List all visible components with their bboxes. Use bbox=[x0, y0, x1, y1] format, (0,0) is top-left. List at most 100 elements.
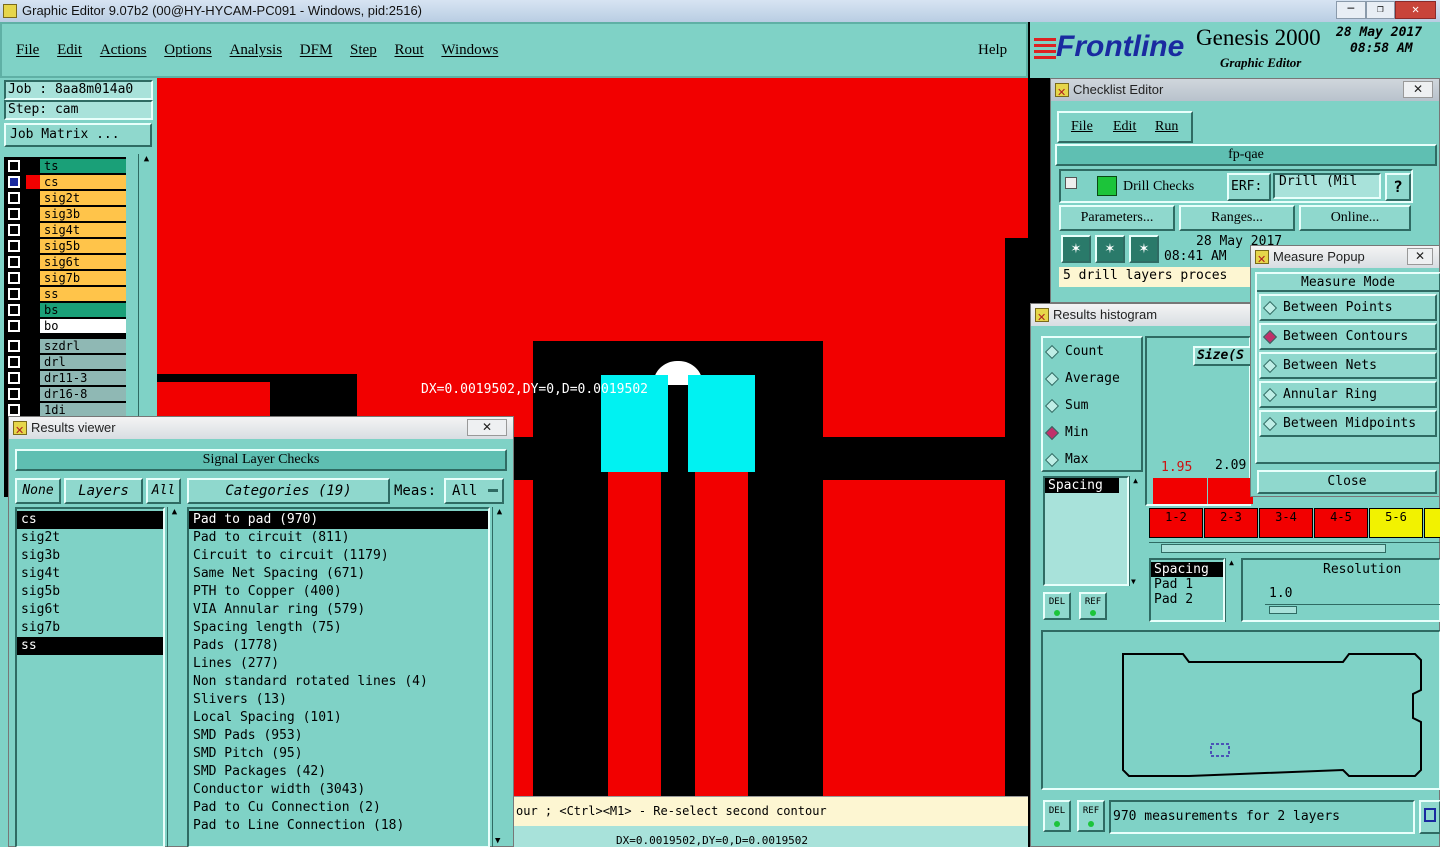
measure-mode-option[interactable]: Between Midpoints bbox=[1259, 410, 1437, 437]
meas-select[interactable]: All bbox=[444, 478, 504, 504]
radio-icon[interactable] bbox=[1262, 329, 1278, 344]
help-button[interactable]: ? bbox=[1385, 173, 1411, 201]
layer-checkbox-icon[interactable] bbox=[7, 319, 21, 333]
result-category-item[interactable]: Circuit to circuit (1179) bbox=[189, 547, 488, 565]
result-layer-item[interactable]: sig6t bbox=[17, 601, 163, 619]
categories-button[interactable]: Categories (19) bbox=[187, 478, 390, 504]
scroll-up-icon[interactable]: ▲ bbox=[168, 507, 181, 517]
radio-icon[interactable] bbox=[1262, 387, 1278, 402]
result-category-item[interactable]: Pad to Cu Connection (2) bbox=[189, 799, 488, 817]
board-preview[interactable] bbox=[1041, 630, 1440, 790]
menu-help[interactable]: Help bbox=[978, 42, 1007, 59]
minimize-icon[interactable]: ─ bbox=[1336, 1, 1366, 19]
sort-item[interactable]: Pad 1 bbox=[1151, 577, 1223, 592]
result-category-item[interactable]: SMD Pitch (95) bbox=[189, 745, 488, 763]
drill-layer-row[interactable]: dr11-3 bbox=[4, 370, 126, 386]
measure-mode-option[interactable]: Between Nets bbox=[1259, 352, 1437, 379]
radio-icon[interactable] bbox=[1262, 300, 1278, 315]
resolution-slider-thumb[interactable] bbox=[1269, 606, 1297, 614]
layer-checkbox-icon[interactable] bbox=[7, 287, 21, 301]
job-matrix-button[interactable]: Job Matrix ... bbox=[4, 123, 152, 147]
result-category-item[interactable]: PTH to Copper (400) bbox=[189, 583, 488, 601]
result-category-item[interactable]: VIA Annular ring (579) bbox=[189, 601, 488, 619]
layers-button[interactable]: Layers bbox=[64, 478, 143, 504]
histogram-option[interactable]: Sum bbox=[1043, 392, 1141, 419]
radio-icon[interactable] bbox=[1044, 344, 1060, 359]
result-category-item[interactable]: Same Net Spacing (671) bbox=[189, 565, 488, 583]
sort-item[interactable]: Pad 2 bbox=[1151, 592, 1223, 607]
sort-item[interactable]: Spacing bbox=[1151, 562, 1223, 577]
layer-checkbox-icon[interactable] bbox=[7, 159, 21, 173]
run-icon-button-3[interactable]: ✶ bbox=[1129, 235, 1159, 263]
layer-checkbox-icon[interactable] bbox=[7, 271, 21, 285]
menu-analysis[interactable]: Analysis bbox=[230, 42, 283, 59]
radio-icon[interactable] bbox=[1044, 371, 1060, 386]
measure-close-button[interactable]: Close bbox=[1257, 470, 1437, 494]
menu-edit[interactable]: Edit bbox=[57, 42, 82, 59]
checklist-menu-file[interactable]: File bbox=[1071, 119, 1093, 135]
all-button[interactable]: All bbox=[146, 478, 181, 504]
result-category-item[interactable]: Slivers (13) bbox=[189, 691, 488, 709]
scroll-up-icon[interactable]: ▲ bbox=[139, 154, 154, 164]
result-layer-item[interactable]: cs bbox=[17, 511, 163, 529]
radio-icon[interactable] bbox=[1044, 425, 1060, 440]
result-layer-item[interactable]: sig5b bbox=[17, 583, 163, 601]
result-category-item[interactable]: SMD Pads (953) bbox=[189, 727, 488, 745]
close-icon[interactable]: ✕ bbox=[1395, 1, 1436, 19]
scroll-up-icon[interactable]: ▲ bbox=[1130, 476, 1141, 485]
result-category-item[interactable]: Pad to circuit (811) bbox=[189, 529, 488, 547]
layer-checkbox-icon[interactable] bbox=[7, 207, 21, 221]
layer-row[interactable]: ts bbox=[4, 158, 126, 174]
menu-options[interactable]: Options bbox=[164, 42, 212, 59]
scroll-up-icon[interactable]: ▲ bbox=[1226, 558, 1237, 567]
summary-side-button[interactable] bbox=[1419, 800, 1440, 834]
erf-field[interactable]: Drill (Mil bbox=[1273, 173, 1381, 199]
result-category-item[interactable]: Non standard rotated lines (4) bbox=[189, 673, 488, 691]
layer-results-scrollbar[interactable]: ▲ bbox=[167, 507, 181, 847]
histogram-range-cell[interactable]: 1-2 bbox=[1149, 508, 1203, 538]
check-row[interactable]: Drill Checks ERF: Drill (Mil ? bbox=[1059, 169, 1413, 203]
del-button-top[interactable]: DEL bbox=[1043, 592, 1071, 620]
result-category-item[interactable]: Lines (277) bbox=[189, 655, 488, 673]
layer-checkbox-icon[interactable] bbox=[7, 255, 21, 269]
histogram-range-cell[interactable]: 3-4 bbox=[1259, 508, 1313, 538]
result-category-item[interactable]: Spacing length (75) bbox=[189, 619, 488, 637]
result-layer-item[interactable]: ss bbox=[17, 637, 163, 655]
measure-mode-option[interactable]: Between Points bbox=[1259, 294, 1437, 321]
result-layer-item[interactable]: sig7b bbox=[17, 619, 163, 637]
result-category-item[interactable]: Conductor width (3043) bbox=[189, 781, 488, 799]
run-icon-button-2[interactable]: ✶ bbox=[1095, 235, 1125, 263]
histogram-bar-2[interactable] bbox=[1208, 478, 1253, 504]
online-button[interactable]: Online... bbox=[1299, 205, 1411, 231]
layer-row[interactable]: sig6t bbox=[4, 254, 126, 270]
histogram-option[interactable]: Min bbox=[1043, 419, 1141, 446]
layer-checkbox-icon[interactable] bbox=[7, 339, 21, 353]
layer-row[interactable]: sig5b bbox=[4, 238, 126, 254]
menu-rout[interactable]: Rout bbox=[394, 42, 423, 59]
category-results-scrollbar[interactable]: ▲ ▼ bbox=[492, 507, 506, 847]
checklist-close-icon[interactable]: ✕ bbox=[1403, 81, 1433, 98]
run-icon-button-1[interactable]: ✶ bbox=[1061, 235, 1091, 263]
ref-button-bottom[interactable]: REF bbox=[1077, 800, 1105, 832]
layer-row[interactable]: ss bbox=[4, 286, 126, 302]
result-layer-item[interactable]: sig4t bbox=[17, 565, 163, 583]
histogram-bar-1[interactable] bbox=[1153, 478, 1207, 504]
layer-checkbox-icon[interactable] bbox=[7, 191, 21, 205]
menu-windows[interactable]: Windows bbox=[441, 42, 498, 59]
attr-item[interactable]: Spacing bbox=[1045, 478, 1119, 493]
histogram-option[interactable]: Average bbox=[1043, 365, 1141, 392]
scroll-down-icon[interactable]: ▼ bbox=[1131, 577, 1136, 586]
layer-checkbox-icon[interactable] bbox=[7, 387, 21, 401]
layer-row[interactable]: bs bbox=[4, 302, 126, 318]
del-button-bottom[interactable]: DEL bbox=[1043, 800, 1071, 832]
size-selector[interactable]: Size(S bbox=[1193, 346, 1253, 366]
result-category-item[interactable]: SMD Packages (42) bbox=[189, 763, 488, 781]
menu-dfm[interactable]: DFM bbox=[300, 42, 333, 59]
histogram-option[interactable]: Max bbox=[1043, 446, 1141, 473]
layer-row[interactable]: sig7b bbox=[4, 270, 126, 286]
layer-checkbox-icon[interactable] bbox=[7, 223, 21, 237]
histogram-option[interactable]: Count bbox=[1043, 338, 1141, 365]
result-category-item[interactable]: Pad to pad (970) bbox=[189, 511, 488, 529]
results-viewer-close-icon[interactable]: ✕ bbox=[467, 419, 507, 436]
radio-icon[interactable] bbox=[1262, 358, 1278, 373]
